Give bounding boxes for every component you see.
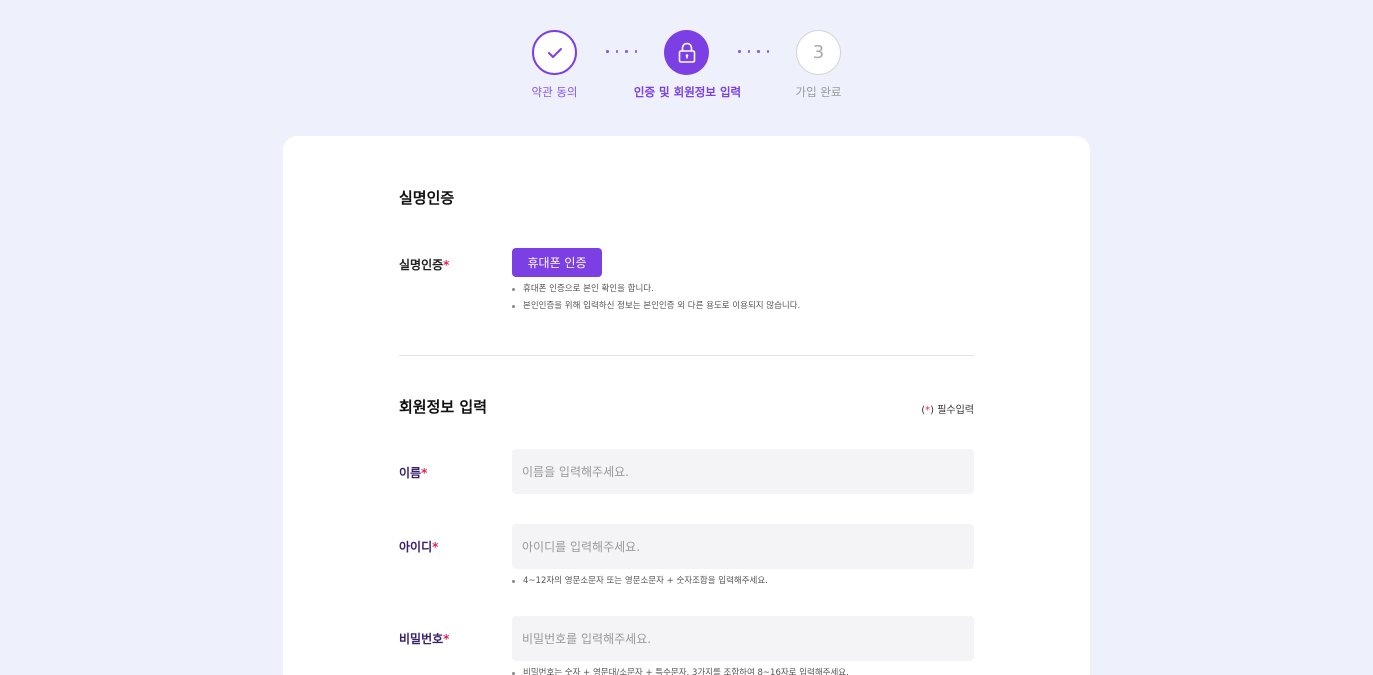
step-done-circle [532,30,577,75]
signup-page: 약관 동의 인증 및 회원정보 입력 3 가입 완료 실명인증 실명인증* 휴대… [0,0,1373,675]
userid-notes: 4~12자의 영문소문자 또는 영문소문자 + 숫자조합을 입력해주세요. [512,573,768,590]
name-label: 이름* [399,466,428,480]
password-note: 비밀번호는 숫자 + 영문대/소문자 + 특수문자, 3가지를 조합하여 8~1… [512,665,849,675]
signup-form-card: 실명인증 실명인증* 휴대폰 인증 휴대폰 인증으로 본인 확인을 합니다. 본… [283,136,1090,675]
password-notes: 비밀번호는 숫자 + 영문대/소문자 + 특수문자, 3가지를 조합하여 8~1… [512,665,849,675]
lock-icon [678,42,695,63]
name-input[interactable] [512,449,974,494]
section-divider [399,355,974,356]
verification-note: 본인인증을 위해 입력하신 정보는 본인인증 외 다른 용도로 이용되지 않습니… [512,298,800,315]
verification-notes: 휴대폰 인증으로 본인 확인을 합니다. 본인인증을 위해 입력하신 정보는 본… [512,281,800,315]
step-label: 인증 및 회원정보 입력 [633,85,742,99]
required-mark: * [421,466,428,480]
verification-note: 휴대폰 인증으로 본인 확인을 합니다. [512,281,800,298]
required-mark: * [443,258,450,272]
check-icon [547,47,562,58]
password-label: 비밀번호* [399,632,450,646]
userid-label: 아이디* [399,540,439,554]
verification-section-title: 실명인증 [399,189,455,207]
step-connector [606,50,637,53]
step-connector [738,50,769,53]
member-info-section-title: 회원정보 입력 [399,398,488,416]
required-mark: * [432,540,439,554]
phone-verification-button[interactable]: 휴대폰 인증 [512,248,602,277]
required-input-note: (*) 필수입력 [921,405,974,416]
step-number: 3 [796,30,841,75]
step-label: 가입 완료 [795,85,842,99]
userid-note: 4~12자의 영문소문자 또는 영문소문자 + 숫자조합을 입력해주세요. [512,573,768,590]
step-label: 약관 동의 [531,85,578,99]
step-active-circle [664,30,709,75]
signup-stepper: 약관 동의 인증 및 회원정보 입력 3 가입 완료 [0,0,1373,120]
required-mark: * [443,632,450,646]
password-input[interactable] [512,616,974,661]
verification-label: 실명인증* [399,256,449,273]
verification-label-text: 실명인증 [399,258,444,272]
userid-input[interactable] [512,524,974,569]
